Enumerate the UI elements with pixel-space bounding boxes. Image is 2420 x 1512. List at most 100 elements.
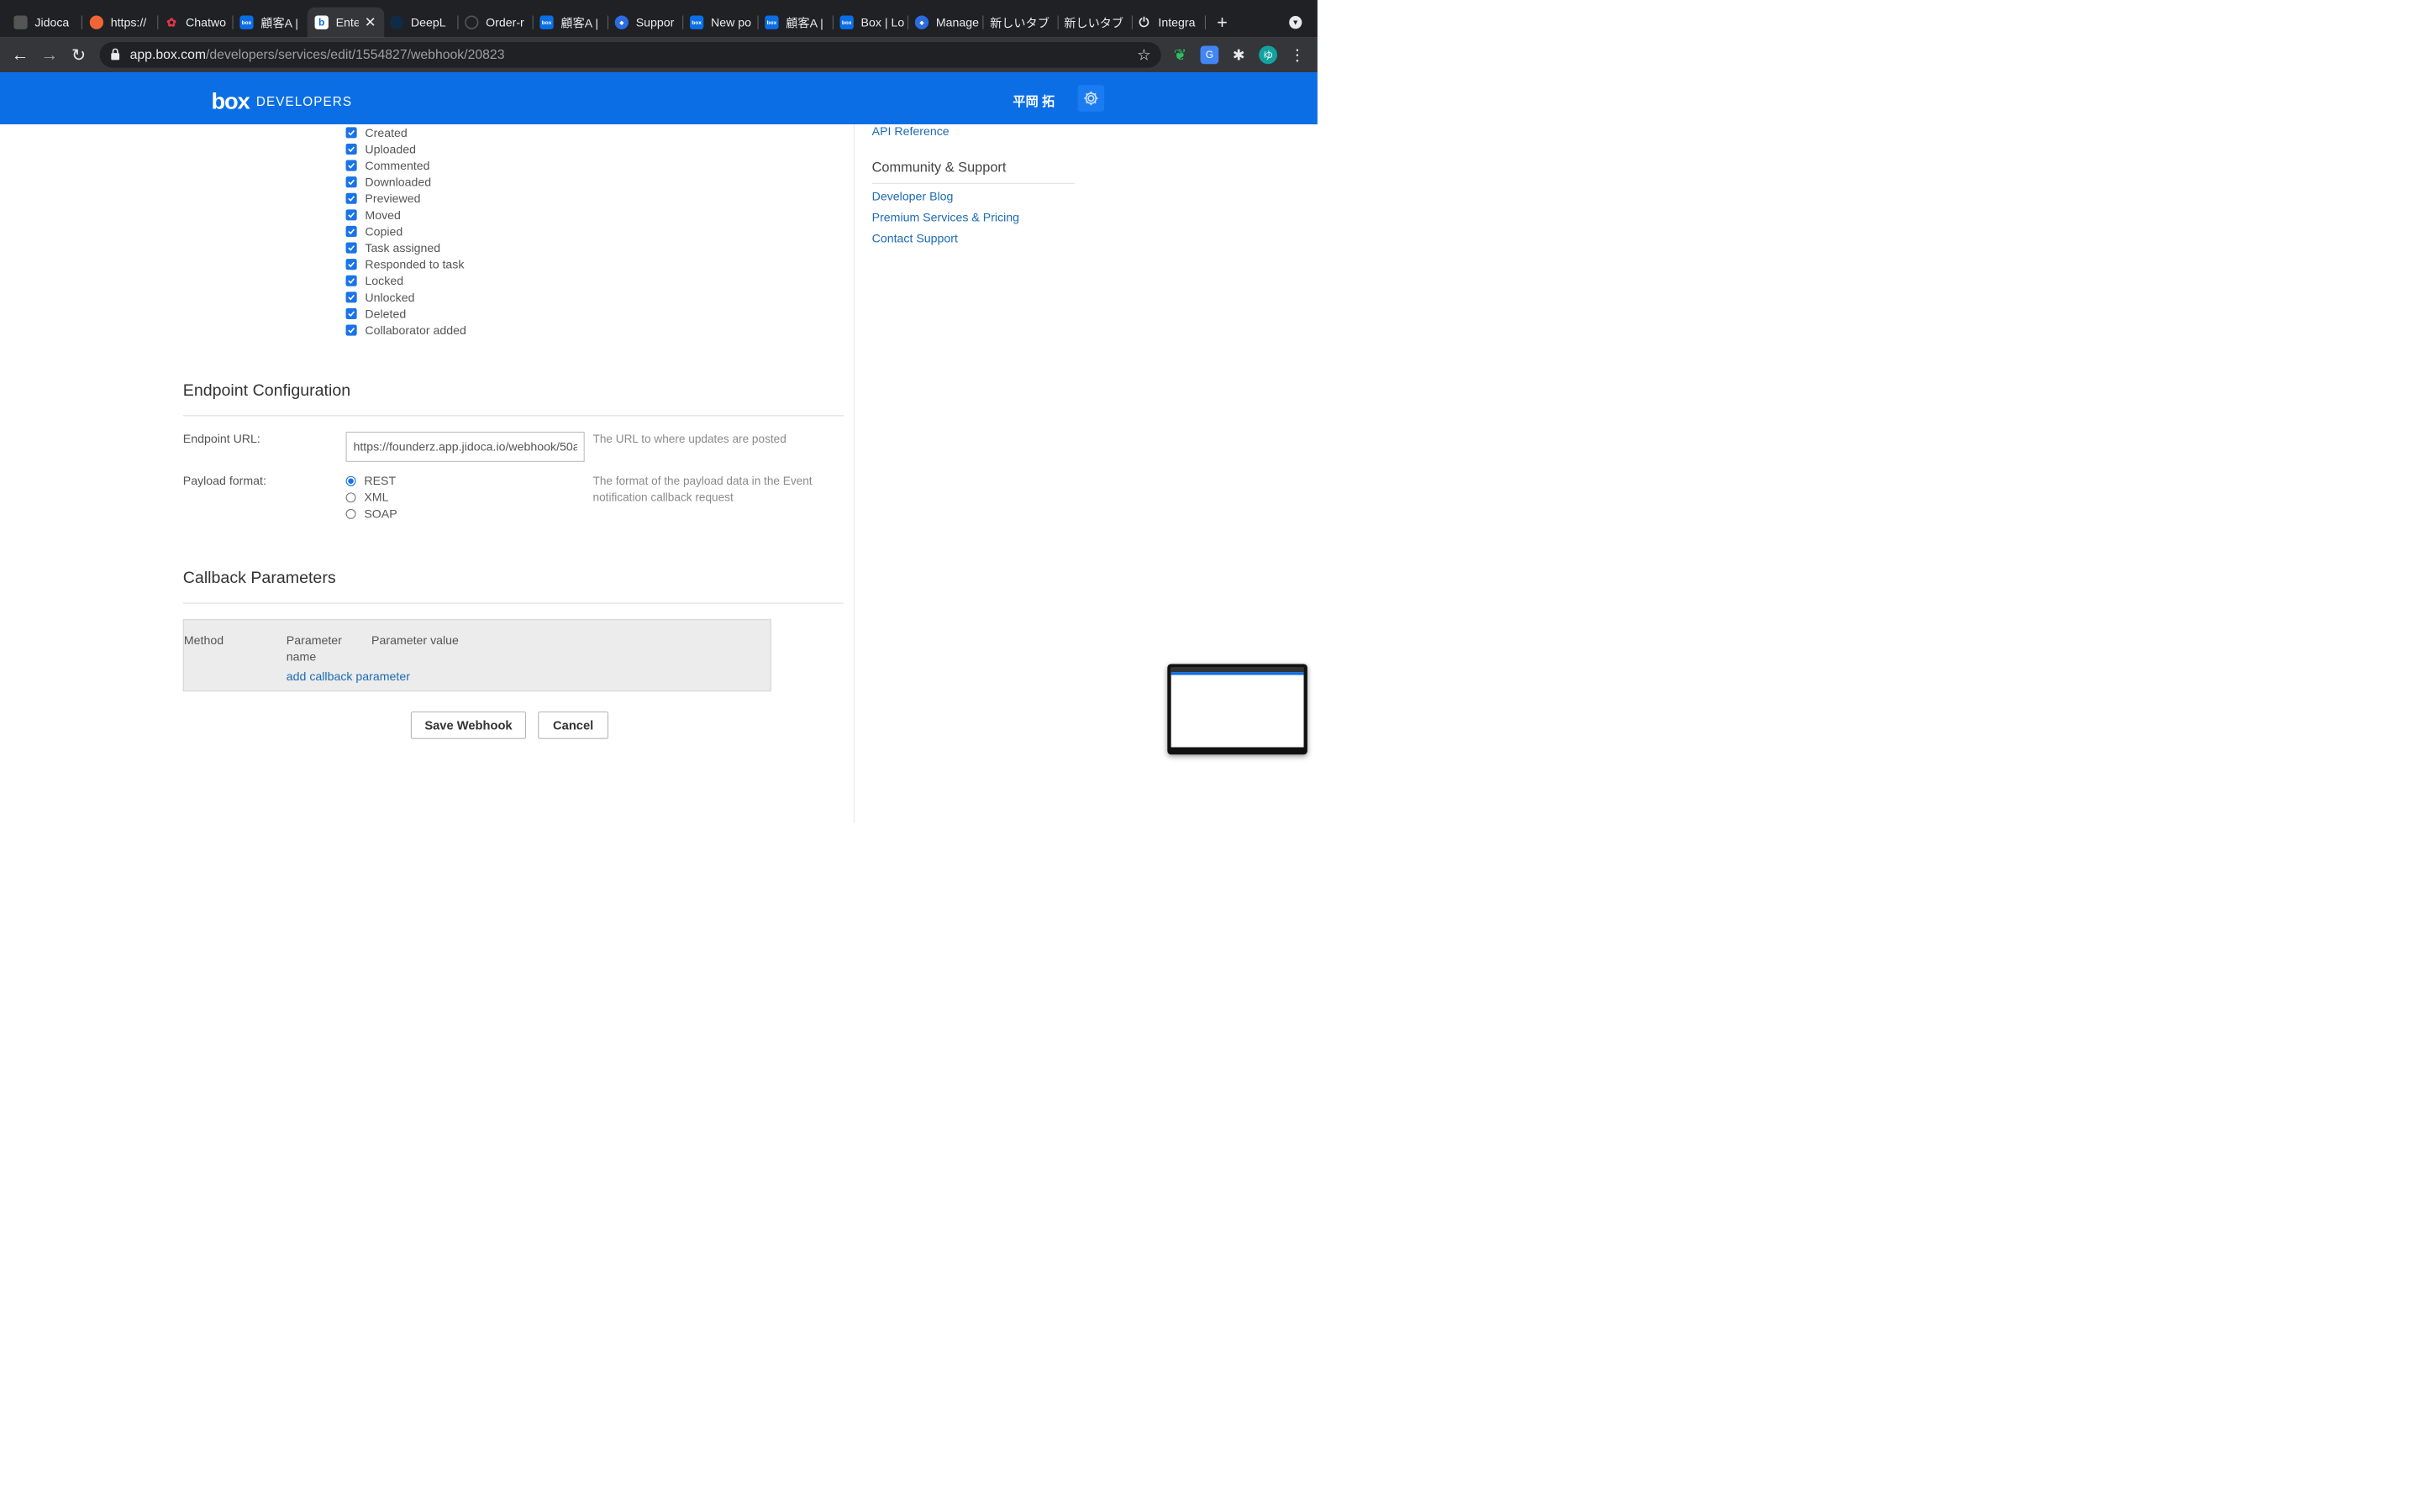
trigger-checkbox[interactable]: Responded to task — [345, 256, 466, 273]
endpoint-url-help: The URL to where updates are posted — [592, 433, 786, 446]
box-icon: box — [839, 15, 854, 29]
lock-icon — [111, 48, 120, 60]
trigger-checkbox[interactable]: Uploaded — [345, 141, 466, 158]
cancel-button[interactable]: Cancel — [538, 711, 609, 739]
trigger-checkbox[interactable]: Locked — [345, 272, 466, 289]
new-tab-button[interactable]: + — [1217, 8, 1235, 38]
col-parameter-name: Parameter name — [286, 633, 342, 664]
browser-toolbar: ← → ↻ app.box.com/developers/services/ed… — [0, 37, 1318, 73]
browser-tab-active[interactable]: b Ente ✕ — [307, 7, 385, 38]
screenshot-thumbnail[interactable] — [1167, 664, 1307, 755]
trigger-label: Moved — [365, 207, 401, 222]
checkbox-checked-icon — [345, 209, 357, 221]
radio-selected-icon — [345, 475, 356, 486]
trigger-checkbox[interactable]: Downloaded — [345, 174, 466, 191]
google-translate-icon[interactable]: G — [1200, 45, 1219, 65]
trigger-label: Previewed — [365, 191, 421, 206]
browser-tab[interactable]: ◆ Manage — [914, 8, 984, 38]
payload-rest-radio[interactable]: REST — [345, 474, 396, 488]
developer-blog-link[interactable]: Developer Blog — [872, 189, 954, 203]
settings-button[interactable] — [1077, 85, 1105, 112]
trigger-label: Deleted — [365, 307, 407, 321]
browser-tab[interactable]: ⏻ Integra — [1137, 8, 1207, 38]
user-name[interactable]: 平岡 拓 — [1013, 92, 1055, 110]
divider — [871, 182, 1076, 184]
browser-tab[interactable]: ◆ Suppor — [614, 8, 684, 38]
trigger-checkbox[interactable]: Copied — [345, 223, 466, 240]
browser-tab[interactable]: 新しいタブ — [1064, 8, 1133, 38]
endpoint-url-label: Endpoint URL: — [182, 431, 260, 446]
trigger-label: Created — [365, 125, 408, 139]
endpoint-url-input[interactable] — [345, 431, 585, 462]
close-tab-icon[interactable]: ✕ — [365, 14, 376, 30]
add-callback-parameter-link[interactable]: add callback parameter — [287, 669, 410, 684]
box-developers-header: box DEVELOPERS 平岡 拓 — [0, 72, 1318, 125]
callback-params-table: Method Parameter name Parameter value ad… — [182, 619, 771, 692]
browser-tab[interactable]: box New po — [689, 8, 759, 38]
premium-services-link[interactable]: Premium Services & Pricing — [872, 210, 1019, 224]
url-text: app.box.com/developers/services/edit/155… — [129, 47, 505, 63]
trigger-checkbox[interactable]: Previewed — [345, 190, 466, 207]
api-reference-link[interactable]: API Reference — [872, 124, 950, 139]
checkbox-checked-icon — [345, 275, 357, 286]
payload-soap-radio[interactable]: SOAP — [345, 507, 397, 521]
trigger-label: Locked — [365, 273, 404, 288]
loading-icon — [465, 15, 479, 29]
support-icon: ◆ — [914, 15, 929, 29]
payload-format-label: Payload format: — [182, 473, 266, 488]
col-parameter-value: Parameter value — [371, 633, 459, 648]
trigger-label: Downloaded — [365, 175, 432, 189]
checkbox-checked-icon — [345, 160, 357, 171]
browser-tab[interactable]: box 顧客A | — [239, 8, 308, 38]
trigger-checkbox[interactable]: Unlocked — [345, 289, 466, 306]
checkbox-checked-icon — [345, 307, 357, 319]
bookmark-star-icon[interactable]: ☆ — [1137, 45, 1151, 64]
profile-avatar[interactable]: ゆ — [1259, 45, 1277, 65]
browser-tab[interactable]: Order-r — [465, 8, 534, 38]
menu-kebab-icon[interactable]: ⋮ — [1288, 45, 1307, 64]
contact-support-link[interactable]: Contact Support — [872, 231, 958, 245]
trigger-checkbox[interactable]: Commented — [345, 157, 466, 174]
reload-icon[interactable]: ↻ — [68, 44, 90, 66]
tab-search-icon[interactable]: ▼ — [1289, 8, 1307, 38]
save-webhook-button[interactable]: Save Webhook — [410, 711, 527, 739]
forward-icon[interactable]: → — [39, 44, 60, 66]
community-support-title: Community & Support — [871, 160, 1007, 176]
browser-tab-strip: Jidoca https:// ✿ Chatwo box 顧客A | b Ent… — [0, 0, 1318, 38]
address-bar[interactable]: app.box.com/developers/services/edit/155… — [99, 42, 1161, 68]
callback-params-title: Callback Parameters — [182, 568, 336, 587]
radio-icon — [345, 492, 356, 503]
trigger-checkbox[interactable]: Created — [345, 124, 466, 141]
trigger-label: Commented — [365, 158, 430, 172]
checkbox-checked-icon — [345, 143, 357, 155]
browser-tab[interactable]: box 顧客A | — [765, 8, 834, 38]
jidoca-icon — [13, 15, 28, 29]
box-logo[interactable]: box — [212, 88, 250, 115]
browser-tab[interactable]: ✿ Chatwo — [165, 8, 234, 38]
checkbox-checked-icon — [345, 291, 357, 303]
evernote-icon[interactable]: ❦ — [1171, 45, 1190, 64]
developers-label: DEVELOPERS — [255, 94, 353, 109]
trigger-checkbox[interactable]: Collaborator added — [345, 322, 466, 339]
payload-xml-radio[interactable]: XML — [345, 491, 388, 505]
trigger-checkbox[interactable]: Task assigned — [345, 239, 466, 256]
browser-tab[interactable]: Jidoca — [13, 8, 82, 38]
box-b-icon: b — [314, 15, 329, 29]
extensions-icon[interactable]: ✱ — [1229, 45, 1248, 64]
gear-icon — [1084, 91, 1098, 106]
browser-tab[interactable]: https:// — [89, 8, 159, 38]
browser-tab[interactable]: box Box | Lo — [839, 8, 909, 38]
checkbox-checked-icon — [345, 259, 357, 270]
event-trigger-list: Created Uploaded Commented Downloaded Previe… — [345, 124, 466, 339]
browser-tab[interactable]: box 顧客A | — [539, 8, 609, 38]
browser-tab[interactable]: 新しいタブ — [990, 8, 1059, 38]
browser-tab[interactable]: DeepL — [389, 8, 459, 38]
back-icon[interactable]: ← — [9, 44, 31, 66]
divider — [182, 602, 844, 604]
box-icon: box — [765, 15, 779, 29]
power-icon: ⏻ — [1139, 14, 1150, 29]
trigger-checkbox[interactable]: Moved — [345, 207, 466, 223]
orange-circle-icon — [89, 15, 104, 29]
trigger-checkbox[interactable]: Deleted — [345, 306, 466, 323]
main-content: Created Uploaded Commented Downloaded Previe… — [0, 124, 1318, 823]
